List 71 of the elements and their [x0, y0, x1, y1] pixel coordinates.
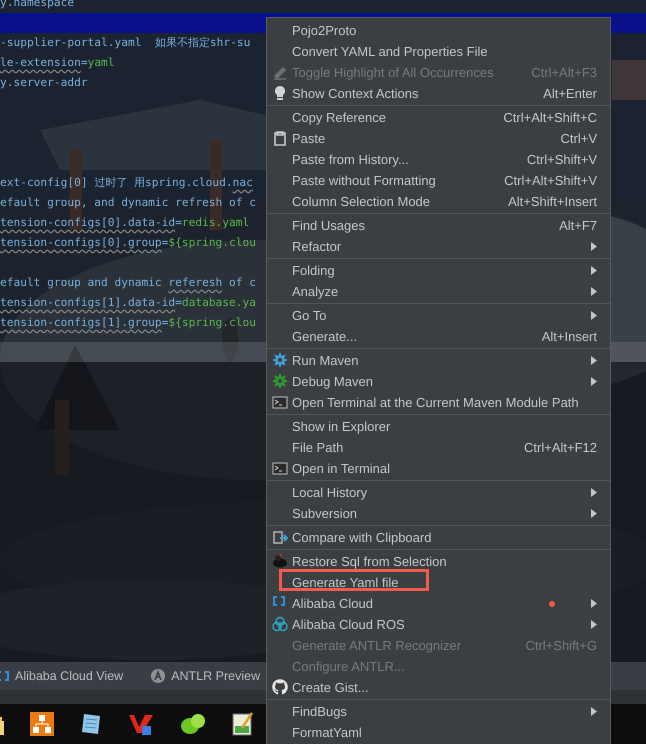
menu-item[interactable]: Paste from History... Ctrl+Shift+V — [267, 149, 610, 170]
menu-item[interactable]: Show in Explorer — [267, 416, 610, 437]
bracket-icon — [272, 595, 286, 607]
menu-item[interactable]: Folding — [267, 260, 610, 281]
shortcut-text: Ctrl+Shift+G — [525, 638, 597, 653]
menu-item[interactable]: Pojo2Proto — [267, 20, 610, 41]
pencil-icon — [272, 64, 288, 80]
text-editor-icon[interactable] — [232, 712, 254, 736]
menu-item[interactable]: Refactor — [267, 236, 610, 257]
shortcut-text: Ctrl+Alt+Shift+V — [504, 173, 597, 188]
shortcut-text: Alt+F7 — [559, 218, 597, 233]
menu-item[interactable]: Column Selection Mode Alt+Shift+Insert — [267, 191, 610, 212]
menu-item[interactable]: File Path Ctrl+Alt+F12 — [267, 437, 610, 458]
menu-item[interactable]: Open in Terminal — [267, 458, 610, 479]
code-line: tension-configs[1].group=${spring.clou — [0, 316, 256, 329]
code-line: efault group and dynamic referesh of c — [0, 276, 256, 289]
clipboard-icon — [272, 130, 288, 146]
shortcut-text: Alt+Enter — [543, 86, 597, 101]
menu-item[interactable]: Show Context Actions Alt+Enter — [267, 83, 610, 104]
shortcut-text: Ctrl+Alt+F3 — [531, 65, 597, 80]
menu-item[interactable]: FindBugs — [267, 701, 610, 722]
circle-a-icon — [151, 669, 166, 683]
code-line: -supplier-portal.yaml 如果不指定shr-su — [0, 36, 250, 49]
shortcut-text: Ctrl+V — [560, 131, 597, 146]
code-line: y.server-addr — [0, 76, 88, 89]
bird-icon — [272, 553, 288, 569]
menu-item[interactable]: Create Gist... — [267, 677, 610, 698]
code-line: efault group, and dynamic refresh of c — [0, 196, 256, 209]
menu-item[interactable]: Paste Ctrl+V — [267, 128, 610, 149]
menu-item[interactable]: Paste without Formatting Ctrl+Alt+Shift+V — [267, 170, 610, 191]
network-icon[interactable] — [30, 712, 54, 736]
tool-window-tab[interactable]: ANTLR Preview — [151, 669, 260, 683]
shortcut-text: Alt+Shift+Insert — [508, 194, 597, 209]
rings-icon — [272, 616, 288, 632]
shortcut-text: Ctrl+Alt+Shift+C — [503, 110, 597, 125]
menu-item[interactable]: Convert YAML and Properties File — [267, 41, 610, 62]
code-line: tension-configs[1].data-id=database.ya — [0, 296, 256, 309]
menu-item[interactable]: Generate Yaml file — [267, 572, 610, 593]
menu-item[interactable]: Find Usages Alt+F7 — [267, 215, 610, 236]
bracket-icon — [0, 671, 9, 681]
menu-item[interactable]: Compare with Clipboard — [267, 527, 610, 548]
menu-item[interactable]: Generate... Alt+Insert — [267, 326, 610, 347]
menu-item[interactable]: Analyze — [267, 281, 610, 302]
cat-icon — [272, 679, 288, 695]
menu-item[interactable]: Alibaba Cloud — [267, 593, 610, 614]
clipboard-arrow-icon — [272, 529, 288, 545]
terminal-icon — [272, 394, 288, 410]
menu-item[interactable]: Run Maven — [267, 350, 610, 371]
menu-item[interactable]: Debug Maven — [267, 371, 610, 392]
code-line: tension-configs[0].group=${spring.clou — [0, 236, 256, 249]
light-bulb-icon — [272, 85, 288, 101]
code-line: tension-configs[0].data-id=redis.yaml — [0, 216, 250, 229]
menu-item[interactable]: Restore Sql from Selection — [267, 551, 610, 572]
app-icon[interactable] — [128, 712, 154, 736]
menu-item[interactable]: Copy Reference Ctrl+Alt+Shift+C — [267, 107, 610, 128]
code-line: ext-config[0] 过时了 用spring.cloud.nac — [0, 176, 253, 189]
code-line: le-extension=yaml — [0, 56, 115, 69]
menu-item[interactable]: Alibaba Cloud ROS — [267, 614, 610, 635]
menu-item[interactable]: Local History — [267, 482, 610, 503]
leaf-icon[interactable] — [180, 712, 206, 736]
shortcut-text: Alt+Insert — [542, 329, 597, 344]
code-line: y.namespace — [0, 0, 74, 9]
menu-item[interactable]: Subversion — [267, 503, 610, 524]
tool-window-tab[interactable]: Alibaba Cloud View — [0, 669, 124, 683]
menu-item[interactable]: Go To — [267, 305, 610, 326]
shortcut-text: Ctrl+Shift+V — [526, 152, 597, 167]
terminal-icon — [272, 460, 288, 476]
menu-item[interactable]: FormatYaml — [267, 722, 610, 743]
notepad-icon[interactable] — [80, 712, 102, 736]
shortcut-text: Ctrl+Alt+F12 — [524, 440, 597, 455]
menu-item[interactable]: Open Terminal at the Current Maven Module Path — [267, 392, 610, 413]
